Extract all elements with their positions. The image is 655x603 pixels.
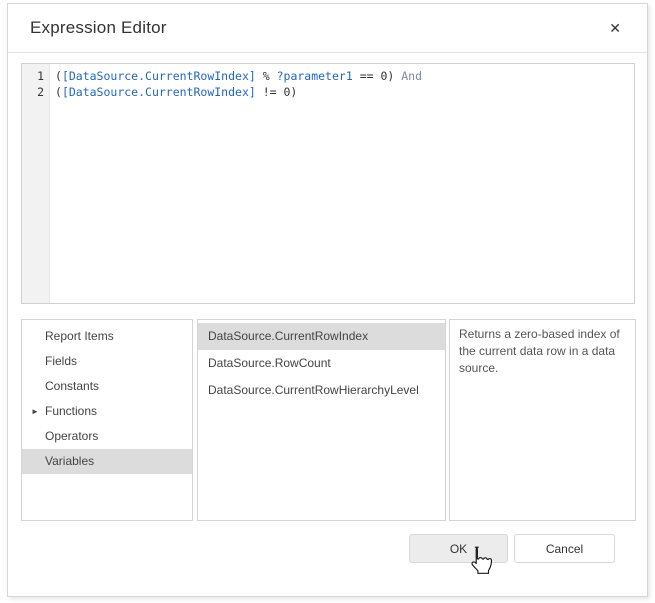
dialog-title: Expression Editor bbox=[30, 18, 167, 37]
code-token: == 0) bbox=[352, 69, 402, 83]
category-item-operators[interactable]: Operators bbox=[22, 424, 192, 449]
category-label: Constants bbox=[45, 379, 100, 393]
description-text: Returns a zero-based index of the curren… bbox=[459, 327, 620, 375]
category-label: Variables bbox=[45, 454, 95, 468]
category-item-fields[interactable]: Fields bbox=[22, 349, 192, 374]
member-item-currentrowhierarchylevel[interactable]: DataSource.CurrentRowHierarchyLevel bbox=[198, 377, 445, 404]
line-number: 2 bbox=[37, 85, 44, 99]
category-item-variables[interactable]: Variables bbox=[22, 449, 192, 474]
member-item-rowcount[interactable]: DataSource.RowCount bbox=[198, 350, 445, 377]
category-item-functions[interactable]: ► Functions bbox=[22, 399, 192, 424]
category-label: Fields bbox=[45, 354, 78, 368]
ok-button[interactable]: OK bbox=[409, 534, 508, 563]
line-number-gutter: 1 2 bbox=[22, 64, 50, 303]
category-item-report-items[interactable]: Report Items bbox=[22, 324, 192, 349]
category-list: Report Items Fields Constants ► Function… bbox=[21, 319, 193, 521]
code-line-1: ([DataSource.CurrentRowIndex] % ?paramet… bbox=[55, 68, 634, 84]
description-panel: Returns a zero-based index of the curren… bbox=[449, 319, 636, 521]
member-item-currentrowindex[interactable]: DataSource.CurrentRowIndex bbox=[198, 323, 445, 350]
code-token: ( bbox=[55, 85, 62, 99]
expression-code-editor[interactable]: 1 2 ([DataSource.CurrentRowIndex] % ?par… bbox=[21, 63, 635, 304]
expression-editor-dialog: Expression Editor ✕ 1 2 ([DataSource.Cur… bbox=[7, 3, 648, 597]
close-icon[interactable]: ✕ bbox=[605, 17, 625, 39]
line-number: 1 bbox=[37, 69, 44, 83]
category-label: Report Items bbox=[45, 329, 114, 343]
category-label: Functions bbox=[45, 404, 98, 418]
code-token: != 0) bbox=[255, 85, 298, 99]
cancel-button[interactable]: Cancel bbox=[514, 534, 615, 563]
code-area[interactable]: ([DataSource.CurrentRowIndex] % ?paramet… bbox=[50, 64, 634, 303]
member-list: DataSource.CurrentRowIndex DataSource.Ro… bbox=[197, 319, 446, 521]
category-label: Operators bbox=[45, 429, 99, 443]
code-token-field: [DataSource.CurrentRowIndex] bbox=[61, 69, 256, 83]
code-line-2: ([DataSource.CurrentRowIndex] != 0) bbox=[55, 84, 634, 100]
dialog-header: Expression Editor ✕ bbox=[8, 4, 647, 53]
code-token-parameter: ?parameter1 bbox=[276, 69, 353, 83]
code-token: ( bbox=[55, 69, 62, 83]
code-token-field: [DataSource.CurrentRowIndex] bbox=[61, 85, 256, 99]
code-token-keyword: And bbox=[401, 69, 423, 83]
expand-arrow-icon[interactable]: ► bbox=[31, 399, 39, 424]
code-token: % bbox=[255, 69, 277, 83]
category-item-constants[interactable]: Constants bbox=[22, 374, 192, 399]
